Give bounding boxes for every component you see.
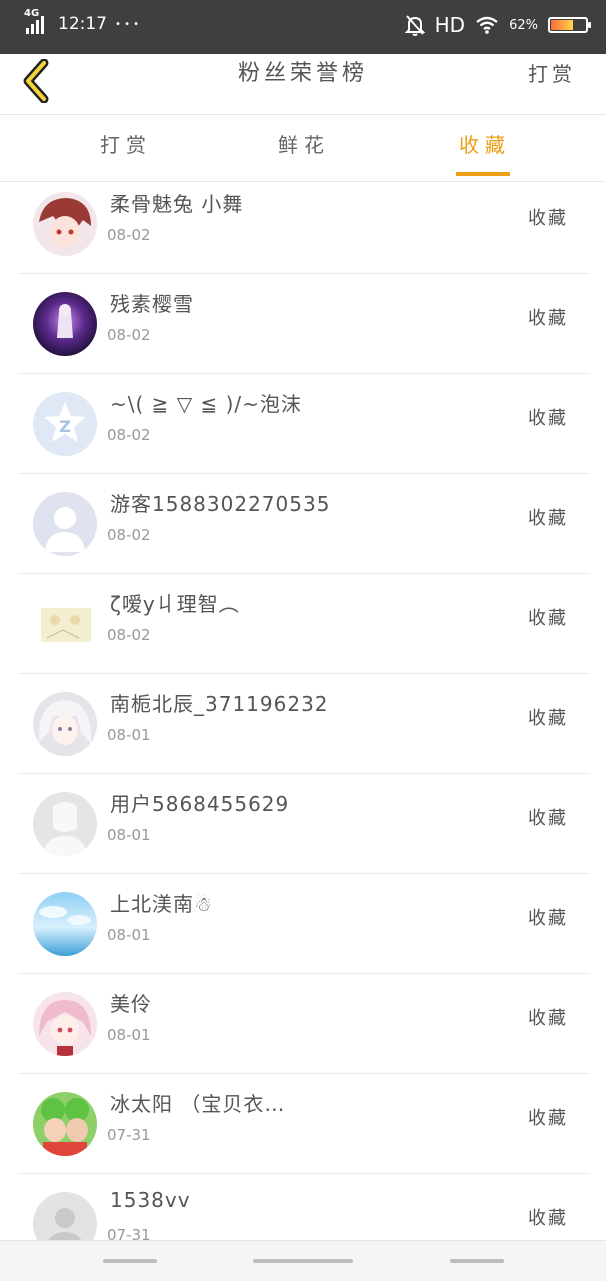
network-type: 4G bbox=[24, 8, 40, 19]
wifi-icon bbox=[476, 16, 498, 34]
avatar bbox=[33, 992, 97, 1056]
signal-icon: 4G bbox=[24, 8, 44, 34]
action-label: 收藏 bbox=[528, 508, 568, 529]
active-tab-indicator bbox=[456, 172, 510, 176]
avatar bbox=[33, 592, 97, 656]
date: 08-01 bbox=[107, 1026, 151, 1044]
tab-reward[interactable]: 打赏 bbox=[100, 115, 152, 181]
avatar bbox=[33, 192, 97, 256]
avatar: Z bbox=[33, 392, 97, 456]
tab-flowers[interactable]: 鲜花 bbox=[278, 115, 330, 181]
user-name: 游客1588302270535 bbox=[110, 492, 331, 516]
battery-icon bbox=[548, 17, 591, 33]
back-key[interactable] bbox=[450, 1259, 504, 1263]
avatar bbox=[33, 892, 97, 956]
avatar bbox=[33, 292, 97, 356]
user-name: 柔骨魅兔 小舞 bbox=[110, 192, 244, 216]
list-item[interactable]: 用户5868455629 08-01 收藏 bbox=[18, 774, 590, 874]
user-name: ζ嗳у丩理智︵ bbox=[110, 592, 240, 616]
date: 07-31 bbox=[107, 1226, 151, 1240]
notification-dots: • • • bbox=[115, 18, 140, 30]
avatar bbox=[33, 1192, 97, 1240]
header-bar: 粉丝荣誉榜 打赏 bbox=[0, 54, 606, 115]
action-label: 收藏 bbox=[528, 308, 568, 329]
svg-text:Z: Z bbox=[59, 417, 71, 436]
action-label: 收藏 bbox=[528, 1208, 568, 1229]
list-item[interactable]: 游客1588302270535 08-02 收藏 bbox=[18, 474, 590, 574]
action-label: 收藏 bbox=[528, 808, 568, 829]
action-label: 收藏 bbox=[528, 708, 568, 729]
user-name: 冰太阳 （宝贝衣… bbox=[110, 1092, 286, 1116]
user-name: ~\( ≧ ▽ ≦ )/~泡沫 bbox=[110, 392, 302, 416]
system-nav-bar bbox=[0, 1240, 606, 1281]
user-name: 上北渼南☃ bbox=[110, 892, 213, 916]
user-name: 残素樱雪 bbox=[110, 292, 194, 316]
list-item[interactable]: ζ嗳у丩理智︵ 08-02 收藏 bbox=[18, 574, 590, 674]
date: 08-02 bbox=[107, 626, 151, 644]
date: 08-02 bbox=[107, 326, 151, 344]
list-item[interactable]: 冰太阳 （宝贝衣… 07-31 收藏 bbox=[18, 1074, 590, 1174]
avatar bbox=[33, 492, 97, 556]
battery-percent: 62% bbox=[509, 17, 538, 33]
list-item[interactable]: 上北渼南☃ 08-01 收藏 bbox=[18, 874, 590, 974]
tab-bar: 打赏 鲜花 收藏 bbox=[0, 115, 606, 182]
action-label: 收藏 bbox=[528, 208, 568, 229]
clock: 12:17 bbox=[58, 14, 107, 34]
avatar bbox=[33, 792, 97, 856]
action-label: 收藏 bbox=[528, 1108, 568, 1129]
action-label: 收藏 bbox=[528, 608, 568, 629]
user-name: 用户5868455629 bbox=[110, 792, 290, 816]
date: 07-31 bbox=[107, 1126, 151, 1144]
avatar bbox=[33, 692, 97, 756]
reward-button[interactable]: 打赏 bbox=[528, 54, 576, 94]
date: 08-02 bbox=[107, 226, 151, 244]
list-item[interactable]: 柔骨魅兔 小舞 08-02 收藏 bbox=[18, 182, 590, 274]
date: 08-01 bbox=[107, 926, 151, 944]
user-name: 南栀北辰_371196232 bbox=[110, 692, 329, 716]
action-label: 收藏 bbox=[528, 908, 568, 929]
date: 08-01 bbox=[107, 726, 151, 744]
hd-indicator: HD bbox=[434, 13, 466, 37]
list-item[interactable]: Z ~\( ≧ ▽ ≦ )/~泡沫 08-02 收藏 bbox=[18, 374, 590, 474]
date: 08-02 bbox=[107, 526, 151, 544]
action-label: 收藏 bbox=[528, 1008, 568, 1029]
action-label: 收藏 bbox=[528, 408, 568, 429]
battery-level bbox=[551, 20, 574, 30]
date: 08-01 bbox=[107, 826, 151, 844]
fan-list: 柔骨魅兔 小舞 08-02 收藏 残素樱雪 08-02 收藏 Z ~\( ≧ ▽… bbox=[0, 182, 606, 1240]
list-item[interactable]: 美伶 08-01 收藏 bbox=[18, 974, 590, 1074]
date: 08-02 bbox=[107, 426, 151, 444]
page-title: 粉丝荣誉榜 bbox=[237, 61, 368, 86]
mute-bell-icon bbox=[404, 15, 425, 36]
user-name: 1538vv bbox=[110, 1188, 191, 1212]
list-item[interactable]: 南栀北辰_371196232 08-01 收藏 bbox=[18, 674, 590, 774]
avatar bbox=[33, 1092, 97, 1156]
home-key[interactable] bbox=[253, 1259, 353, 1263]
menu-key[interactable] bbox=[103, 1259, 157, 1263]
user-name: 美伶 bbox=[110, 992, 152, 1016]
status-bar: 4G 12:17 • • • HD 62% bbox=[0, 0, 606, 54]
list-item[interactable]: 残素樱雪 08-02 收藏 bbox=[18, 274, 590, 374]
list-item[interactable]: 1538vv 07-31 收藏 bbox=[18, 1174, 590, 1240]
